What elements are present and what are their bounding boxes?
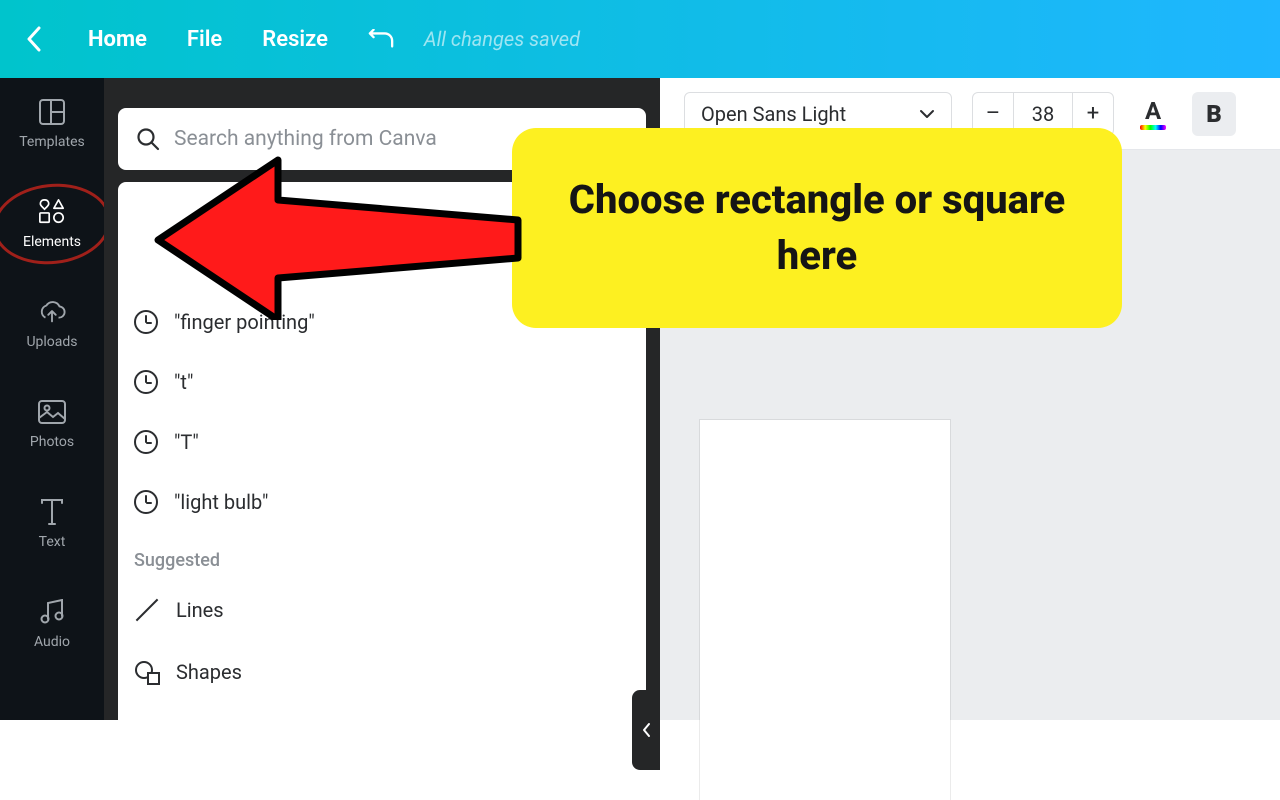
chevron-left-icon [641,722,651,738]
templates-icon [38,98,66,126]
home-menu[interactable]: Home [88,27,147,52]
sidebar-item-label: Templates [19,134,85,150]
text-icon [38,498,66,526]
clock-icon [134,430,158,454]
uploads-icon [38,298,66,326]
resize-menu[interactable]: Resize [262,27,328,52]
photos-icon [38,398,66,426]
suggested-heading: Suggested [128,532,636,579]
sidebar-item-label: Photos [30,434,74,450]
collapse-panel-button[interactable] [632,690,660,770]
recent-search-item[interactable]: "T" [128,412,636,472]
clock-icon [134,310,158,334]
recent-label: "light bulb" [174,490,268,514]
sidebar-item-uploads[interactable]: Uploads [26,298,77,350]
page-preview[interactable] [700,420,950,800]
sidebar-item-label: Elements [23,234,81,250]
chevron-left-icon [26,26,42,52]
font-size-increase[interactable]: + [1073,101,1113,126]
text-color-button[interactable]: A [1134,97,1172,130]
sidebar-item-photos[interactable]: Photos [30,398,74,450]
shapes-icon [134,659,160,685]
sidebar-item-elements[interactable]: Elements [23,198,81,250]
elements-icon [38,198,66,226]
bold-button[interactable]: B [1192,92,1236,136]
suggested-shapes[interactable]: Shapes [128,641,636,703]
font-size-decrease[interactable]: – [973,101,1013,126]
recent-label: "t" [174,370,193,394]
suggested-lines[interactable]: Lines [128,579,636,641]
recent-search-item[interactable]: "light bulb" [128,472,636,532]
back-button[interactable] [20,25,48,53]
sidebar-item-text[interactable]: Text [38,498,66,550]
font-name: Open Sans Light [701,102,846,126]
sidebar-item-label: Audio [34,634,70,650]
chevron-down-icon [919,109,935,119]
save-status: All changes saved [424,27,580,51]
rainbow-bar-icon [1140,125,1166,130]
suggested-label: Lines [176,598,224,622]
annotation-callout: Choose rectangle or square here [512,128,1122,328]
left-sidebar: Templates Elements Uploads Photos Text A… [0,78,104,720]
sidebar-item-label: Text [39,534,66,550]
recent-search-item[interactable]: "t" [128,352,636,412]
undo-icon [368,29,394,49]
recent-label: "T" [174,430,199,454]
top-menu-bar: Home File Resize All changes saved [0,0,1280,78]
line-icon [134,597,160,623]
suggested-label: Shapes [176,660,242,684]
undo-button[interactable] [368,26,394,52]
sidebar-item-label: Uploads [26,334,77,350]
search-icon [136,127,160,151]
file-menu[interactable]: File [187,27,222,52]
sidebar-item-audio[interactable]: Audio [34,598,70,650]
recent-label: "finger pointing" [174,310,315,334]
audio-icon [38,598,66,626]
sidebar-item-templates[interactable]: Templates [19,98,85,150]
text-color-letter: A [1145,97,1161,125]
clock-icon [134,370,158,394]
clock-icon [134,490,158,514]
